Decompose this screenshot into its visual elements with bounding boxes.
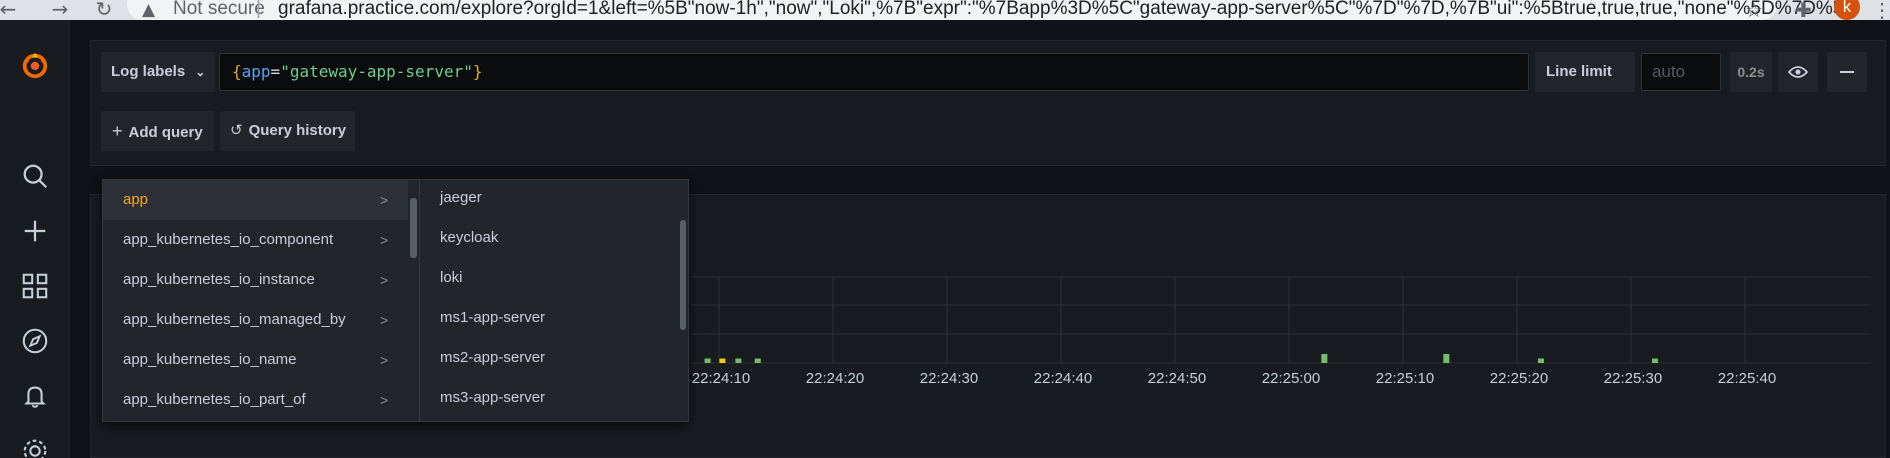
chevron-right-icon: > — [380, 312, 389, 328]
line-limit-label: Line limit — [1535, 52, 1635, 92]
label-value-list: jaeger keycloak loki ms1-app-server ms2-app-… — [420, 180, 688, 421]
sidebar — [0, 20, 70, 458]
x-tick-label: 22:24:10 — [692, 370, 750, 387]
address-separator: | — [256, 0, 261, 19]
label-browser-dropdown: app > app_kubernetes_io_component > app_kube… — [102, 179, 689, 422]
history-icon: ↺ — [230, 122, 243, 139]
chevron-down-icon: ⌄ — [195, 65, 206, 79]
minus-icon — [1840, 71, 1854, 74]
label-value-item[interactable]: ms2-app-server — [440, 338, 545, 378]
label-key-item[interactable]: app_kubernetes_io_managed_by > — [103, 300, 408, 340]
kebab-menu-icon[interactable]: ⋮ — [1872, 0, 1890, 23]
security-label[interactable]: Not secure — [173, 0, 265, 19]
line-limit-text: Line limit — [1546, 63, 1612, 80]
star-icon[interactable]: ☆ — [1745, 0, 1763, 22]
eye-icon[interactable] — [1778, 52, 1818, 92]
extensions-icon[interactable]: ✚ — [1795, 0, 1812, 22]
query-history-label: Query history — [248, 122, 347, 139]
query-duration-badge: 0.2s — [1730, 52, 1772, 92]
label-value-item[interactable]: ms1-app-server — [440, 298, 545, 338]
volume-bar — [1537, 358, 1544, 363]
volume-bar — [704, 358, 711, 363]
volume-bar — [754, 358, 761, 363]
x-tick-label: 22:24:40 — [1034, 370, 1092, 387]
expr-operator: = — [270, 62, 281, 81]
add-query-button[interactable]: + Add query — [101, 111, 214, 151]
label-key-list: app > app_kubernetes_io_component > app_kube… — [103, 180, 419, 421]
label-key-item[interactable]: app_kubernetes_io_component > — [103, 220, 408, 260]
label-key-text: app_kubernetes_io_component — [123, 231, 334, 248]
expr-label-value: "gateway-app-server" — [280, 62, 473, 81]
label-key-item[interactable]: app > — [103, 180, 408, 220]
volume-bar — [1651, 358, 1658, 363]
line-limit-input[interactable]: auto — [1641, 53, 1721, 91]
chevron-right-icon: > — [380, 192, 389, 208]
bell-icon[interactable] — [16, 379, 54, 413]
url-text[interactable]: grafana.practice.com/explore?orgId=1&lef… — [278, 0, 1857, 19]
expr-close-brace: } — [472, 62, 483, 81]
search-icon[interactable] — [16, 159, 54, 193]
grafana-explore-window: ← → ↻ ▲ Not secure | grafana.practice.co… — [0, 0, 1890, 458]
label-key-text: app_kubernetes_io_part_of — [123, 391, 306, 408]
label-key-text: app_kubernetes_io_instance — [123, 271, 315, 288]
add-query-label: Add query — [128, 124, 203, 141]
x-tick-label: 22:25:30 — [1604, 370, 1662, 387]
remove-query-button[interactable] — [1827, 52, 1867, 92]
browser-toolbar: ← → ↻ ▲ Not secure | grafana.practice.co… — [0, 0, 1890, 23]
grafana-logo-icon[interactable] — [16, 48, 54, 82]
x-tick-label: 22:25:10 — [1376, 370, 1434, 387]
label-key-text: app — [123, 191, 149, 208]
volume-bar — [719, 358, 726, 363]
x-tick-label: 22:24:30 — [920, 370, 978, 387]
x-tick-label: 22:25:20 — [1490, 370, 1548, 387]
back-icon[interactable]: ← — [0, 0, 20, 20]
log-labels-button[interactable]: Log labels ⌄ — [101, 52, 215, 92]
label-key-item[interactable]: app_kubernetes_io_instance > — [103, 260, 408, 300]
log-labels-label: Log labels — [111, 63, 186, 80]
label-value-item[interactable]: jaeger — [440, 178, 482, 218]
volume-bar — [1443, 354, 1450, 363]
label-key-text: app_kubernetes_io_managed_by — [123, 311, 346, 328]
expr-label-key: app — [241, 62, 271, 81]
dashboards-icon[interactable] — [16, 269, 54, 303]
volume-bar — [735, 358, 742, 363]
warning-icon[interactable]: ▲ — [142, 0, 155, 20]
label-value-item[interactable]: keycloak — [440, 218, 498, 258]
expr-open-brace: { — [232, 62, 242, 81]
chevron-right-icon: > — [380, 272, 389, 288]
plus-icon: + — [112, 121, 123, 141]
query-history-button[interactable]: ↺ Query history — [220, 111, 355, 151]
x-tick-label: 22:25:40 — [1718, 370, 1776, 387]
label-key-item[interactable]: app_kubernetes_io_part_of > — [103, 380, 408, 420]
label-key-item[interactable]: app_kubernetes_io_name > — [103, 340, 408, 380]
chevron-right-icon: > — [380, 352, 389, 368]
gear-icon[interactable] — [16, 434, 54, 458]
label-value-item[interactable]: loki — [440, 258, 463, 298]
chevron-right-icon: > — [380, 232, 389, 248]
x-tick-label: 22:25:00 — [1262, 370, 1320, 387]
value-list-scrollbar[interactable] — [680, 220, 686, 330]
label-value-item[interactable]: ms3-app-server — [440, 378, 545, 418]
label-key-text: app_kubernetes_io_name — [123, 351, 297, 368]
volume-bar — [1321, 354, 1328, 363]
x-tick-label: 22:24:20 — [806, 370, 864, 387]
query-expression-input[interactable]: {app="gateway-app-server"} — [219, 53, 1529, 91]
reload-icon[interactable]: ↻ — [92, 0, 116, 20]
x-tick-label: 22:24:50 — [1148, 370, 1206, 387]
forward-icon[interactable]: → — [48, 0, 72, 20]
plus-icon[interactable] — [16, 214, 54, 248]
explore-icon[interactable] — [16, 324, 54, 358]
chevron-right-icon: > — [380, 392, 389, 408]
label-list-scrollbar[interactable] — [410, 198, 417, 258]
